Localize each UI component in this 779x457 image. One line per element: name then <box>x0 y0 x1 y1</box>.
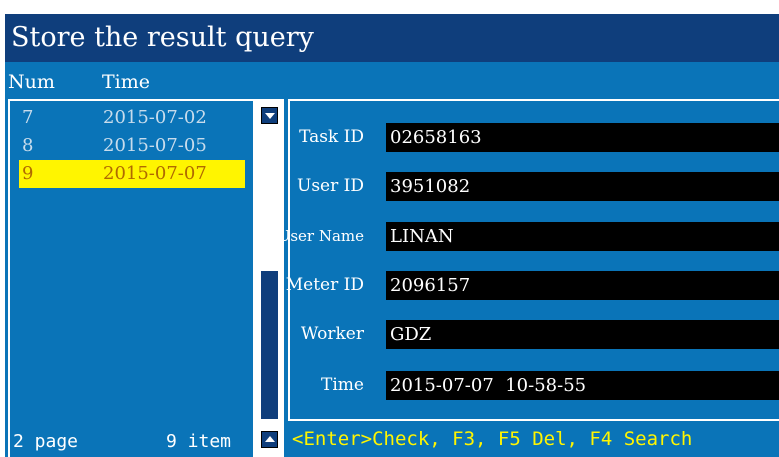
detail-panel: Task ID 02658163 User ID 3951082 User Na… <box>278 99 779 421</box>
list-item[interactable]: 7 2015-07-02 <box>19 104 245 132</box>
time-label: Time <box>321 375 364 395</box>
worker-field: GDZ <box>386 320 779 349</box>
list-item-time: 2015-07-02 <box>103 107 207 128</box>
item-count: 9 item <box>166 431 232 452</box>
user-name-label: User Name <box>277 227 364 245</box>
user-id-field: 3951082 <box>386 172 779 201</box>
user-name-field: LINAN <box>386 222 779 251</box>
column-header-num: Num <box>8 71 55 93</box>
scroll-up-button[interactable] <box>261 107 278 124</box>
list-item-selected[interactable]: 9 2015-07-07 <box>19 160 245 188</box>
triangle-down-icon <box>265 113 275 119</box>
page-indicator: 2 page <box>13 431 79 452</box>
meter-id-field: 2096157 <box>386 271 779 300</box>
device-screen: Store the result query Num Time 7 2015-0… <box>5 14 779 457</box>
worker-label: Worker <box>300 324 364 344</box>
scrollbar[interactable] <box>253 101 284 457</box>
result-list: 7 2015-07-02 8 2015-07-05 9 2015-07-07 2… <box>8 99 284 457</box>
key-hint: <Enter>Check, F3, F5 Del, F4 Search <box>292 428 693 450</box>
list-item-time: 2015-07-07 <box>103 163 207 184</box>
list-item[interactable]: 8 2015-07-05 <box>19 132 245 160</box>
column-header-time: Time <box>102 71 151 93</box>
list-item-num: 7 <box>22 107 34 128</box>
list-item-time: 2015-07-05 <box>103 135 207 156</box>
scroll-down-button[interactable] <box>261 431 278 448</box>
task-id-field: 02658163 <box>386 123 779 152</box>
task-id-label: Task ID <box>299 127 364 147</box>
time-field: 2015-07-07 10-58-55 <box>386 371 779 400</box>
user-id-label: User ID <box>297 176 364 196</box>
meter-id-label: Meter ID <box>285 275 364 295</box>
triangle-up-icon <box>265 436 275 442</box>
scrollbar-thumb[interactable] <box>261 271 278 419</box>
list-item-num: 8 <box>22 135 34 156</box>
window-title: Store the result query <box>5 14 779 62</box>
list-item-num: 9 <box>22 163 34 184</box>
